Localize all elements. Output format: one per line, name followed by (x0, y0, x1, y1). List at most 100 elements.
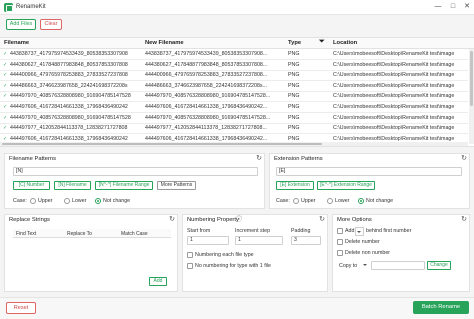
new-filename-cell: 444497970_408576328808980_91690478514752… (145, 93, 271, 100)
filename-cell: 444400966_479765978253883_27833527237808 (10, 72, 128, 79)
refresh-icon[interactable]: ↻ (255, 155, 263, 163)
horizontal-scrollbar[interactable] (0, 142, 468, 146)
no-numbering-checkbox[interactable] (187, 263, 193, 269)
ext-case-upper-label: Upper (301, 198, 316, 204)
new-filename-cell: 444497977_412052844113378_12838271727808… (145, 125, 267, 132)
more-patterns-button[interactable]: More Patterns (157, 181, 196, 190)
extension-pattern-button[interactable]: [E] Extension (276, 181, 314, 190)
row-check-icon[interactable]: ✓ (3, 73, 8, 78)
change-button[interactable]: Change (427, 261, 451, 270)
table-row[interactable]: ✓ 444497970_408576328808980_9169047851475… (0, 113, 468, 124)
location-cell: C:\Users\mobeesoft\Desktop\RenameKit tes… (333, 82, 455, 89)
start-from-input[interactable]: 1 (187, 236, 229, 245)
extension-patterns-title: Extension Patterns (274, 156, 323, 162)
filename-patterns-panel: Filename Patterns ↻ [N] [C] Number [N] F… (4, 153, 265, 209)
replace-to-column: Replace To (67, 231, 92, 237)
help-icon[interactable]: ⓘ (235, 216, 243, 224)
filter-icon[interactable]: ⏷ (319, 38, 325, 46)
column-location[interactable]: Location (333, 40, 357, 46)
numbering-each-type-label: Numbering each file type (195, 252, 254, 258)
filename-range-button[interactable]: [N^-^] Filename Range (95, 181, 153, 190)
row-check-icon[interactable]: ✓ (3, 52, 8, 57)
case-lower-label: Lower (72, 198, 87, 204)
numbering-title: Numbering Property (187, 217, 239, 223)
ext-case-upper-radio[interactable] (293, 198, 299, 204)
replace-strings-title: Replace Strings (9, 217, 50, 223)
add-replace-button[interactable]: Add (149, 277, 167, 286)
filename-cell: 444486663_3746623987658_224241698372208s (10, 82, 128, 89)
delete-number-checkbox[interactable] (337, 239, 343, 245)
number-pattern-button[interactable]: [C] Number (13, 181, 50, 190)
filename-cell: 444380627_417848877983848_80537853307808 (10, 61, 128, 68)
filename-pattern-input[interactable]: [N] (13, 167, 258, 176)
ext-case-not-change-radio[interactable] (358, 198, 364, 204)
case-not-change-radio[interactable] (95, 198, 101, 204)
table-row[interactable]: ✓ 444486663_3746623987658_224241698372208… (0, 81, 468, 92)
title-bar: RenameKit — □ ✕ (0, 0, 474, 15)
padding-input[interactable]: 3 (291, 236, 321, 245)
ext-case-not-change-label: Not change (366, 198, 394, 204)
reset-button[interactable]: Reset (6, 302, 36, 314)
add-files-button[interactable]: Add Files (6, 19, 36, 30)
table-row[interactable]: ✓ 444497606_416728414661338_1796843649024… (0, 102, 468, 113)
extension-range-button[interactable]: [E^-^] Extension Range (317, 181, 375, 190)
table-row[interactable]: ✓ 444497970_408576328808980_9169047851475… (0, 91, 468, 103)
filename-cell: 444497970_408576328808980_91690478514752… (10, 114, 131, 121)
table-row[interactable]: ✓ 444497977_412052844113378_1283827172780… (0, 123, 468, 135)
copy-to-label: Copy to (339, 263, 358, 269)
scroll-thumb[interactable] (2, 143, 322, 145)
case-label: Case: (13, 198, 27, 204)
row-check-icon[interactable]: ✓ (3, 126, 8, 131)
vertical-scrollbar[interactable] (469, 49, 474, 144)
type-cell: PNG (288, 82, 300, 89)
row-check-icon[interactable]: ✓ (3, 94, 8, 99)
maximize-button[interactable]: □ (447, 2, 459, 12)
extension-patterns-panel: Extension Patterns ↻ [E] [E] Extension [… (269, 153, 470, 209)
column-new-filename[interactable]: New Filename (145, 40, 184, 46)
app-logo-icon (4, 3, 13, 12)
row-check-icon[interactable]: ✓ (3, 105, 8, 110)
start-from-label: Start from (187, 228, 211, 234)
table-row[interactable]: ✓ 443838737_417975974533439_8053835330790… (0, 49, 468, 60)
column-type[interactable]: Type (288, 40, 301, 46)
close-button[interactable]: ✕ (461, 2, 473, 12)
filename-pattern-button[interactable]: [N] Filename (54, 181, 91, 190)
table-row[interactable]: ✓ 444400966_479765978253883_2783352723780… (0, 70, 468, 82)
minimize-button[interactable]: — (432, 2, 444, 12)
scroll-thumb[interactable] (470, 51, 473, 106)
type-cell: PNG (288, 93, 300, 100)
numbering-panel: Numbering Property ⓘ ↻ Start from 1 Incr… (182, 214, 328, 292)
column-filename[interactable]: Filename (4, 40, 29, 46)
row-check-icon[interactable]: ✓ (3, 62, 8, 68)
case-upper-radio[interactable] (30, 198, 36, 204)
increment-step-input[interactable]: 1 (235, 236, 283, 245)
behind-first-number-label: behind first number (366, 228, 412, 234)
case-lower-radio[interactable] (64, 198, 70, 204)
numbering-each-type-checkbox[interactable] (187, 252, 193, 258)
delete-non-number-checkbox[interactable] (337, 250, 343, 256)
row-check-icon[interactable]: ✓ (3, 83, 8, 89)
more-options-panel: More Options ↻ Add behind first number D… (332, 214, 470, 292)
table-row[interactable]: ✓ 444380627_417848877983848_8053785330780… (0, 60, 468, 71)
type-cell: PNG (288, 114, 300, 121)
add-dropdown[interactable] (355, 227, 364, 236)
app-title: RenameKit (16, 4, 46, 10)
new-filename-cell: 444486663_3746623987658_224241698372208s… (145, 82, 267, 89)
add-behind-checkbox[interactable] (337, 228, 343, 234)
row-check-icon[interactable]: ✓ (3, 115, 8, 121)
refresh-icon[interactable]: ↻ (460, 216, 468, 224)
extension-pattern-input[interactable]: [E] (276, 167, 462, 176)
clear-button[interactable]: Clear (40, 19, 62, 30)
location-cell: C:\Users\mobeesoft\Desktop\RenameKit tes… (333, 72, 455, 79)
copy-to-path-input[interactable] (371, 261, 425, 270)
ext-case-lower-radio[interactable] (327, 198, 333, 204)
refresh-icon[interactable]: ↻ (168, 216, 176, 224)
location-cell: C:\Users\mobeesoft\Desktop\RenameKit tes… (333, 125, 455, 132)
refresh-icon[interactable]: ↻ (318, 216, 326, 224)
location-cell: C:\Users\mobeesoft\Desktop\RenameKit tes… (333, 135, 455, 142)
copy-to-dropdown[interactable] (361, 261, 369, 270)
refresh-icon[interactable]: ↻ (460, 155, 468, 163)
type-cell: PNG (288, 51, 300, 57)
batch-rename-button[interactable]: Batch Rename (413, 301, 469, 314)
location-cell: C:\Users\mobeesoft\Desktop\RenameKit tes… (333, 104, 455, 110)
